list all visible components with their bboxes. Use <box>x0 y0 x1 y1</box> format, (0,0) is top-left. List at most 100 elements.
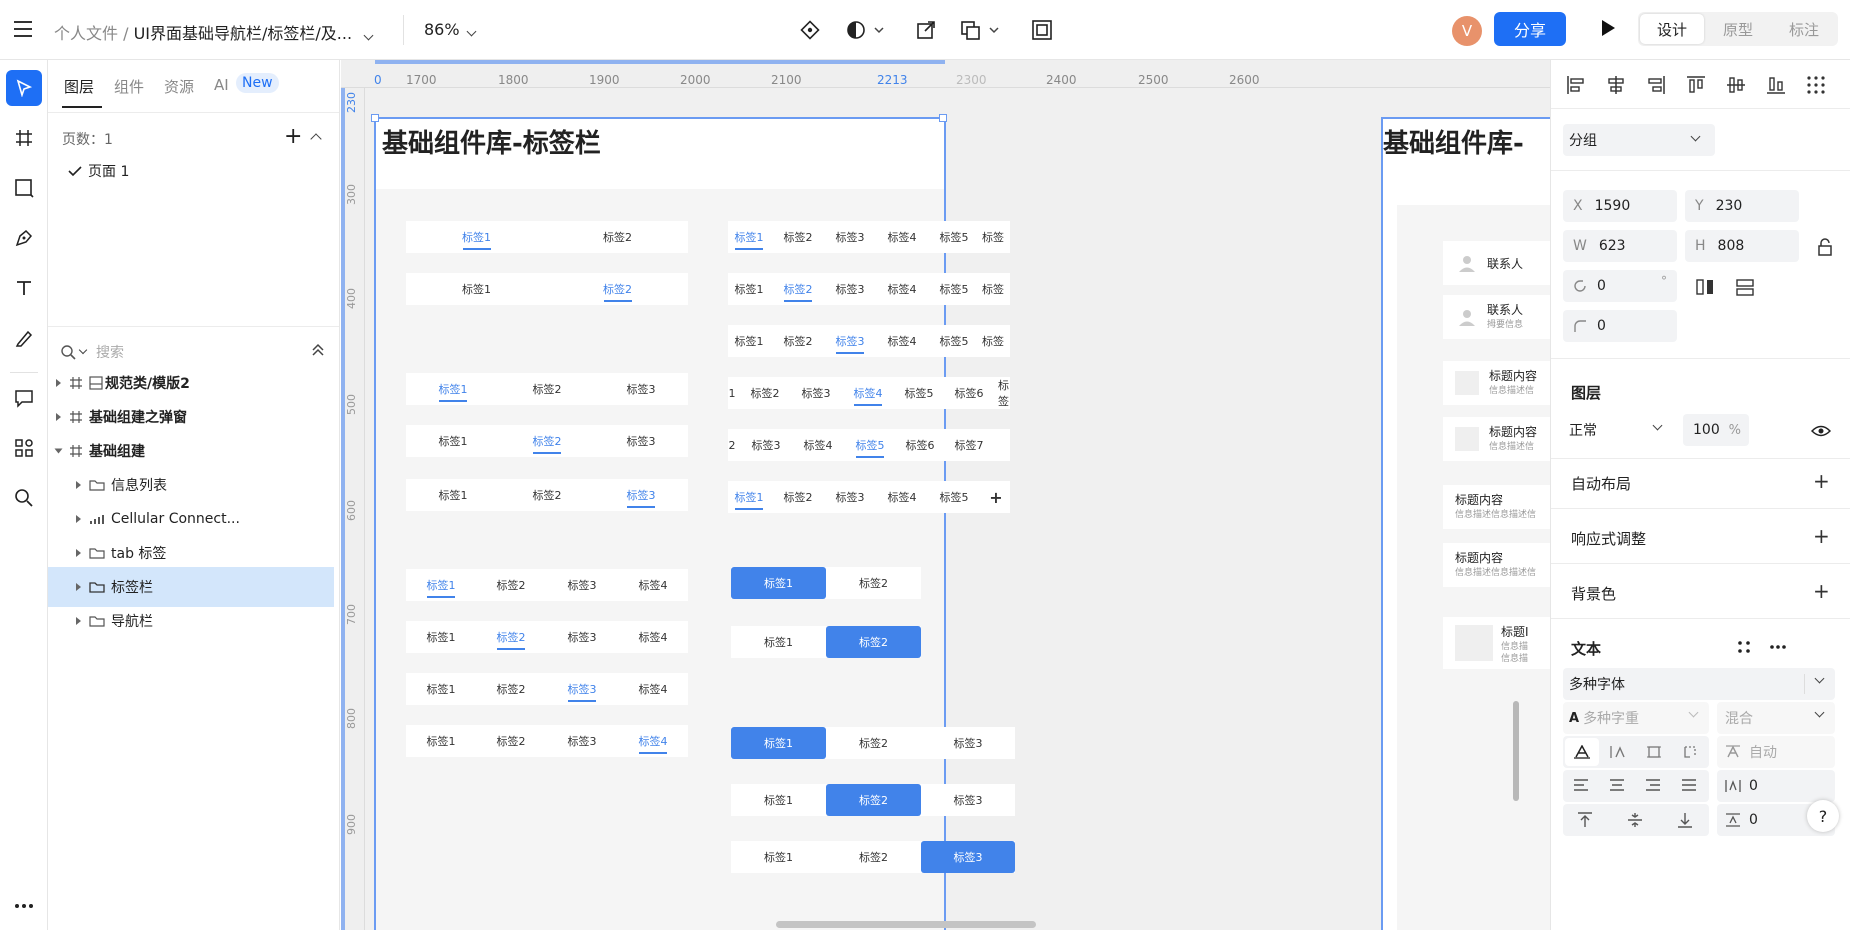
list-item[interactable]: 联系人 <box>1443 241 1550 285</box>
h-field[interactable]: H 808 <box>1685 230 1799 262</box>
align-top-icon[interactable] <box>1685 74 1707 96</box>
collapse-icon[interactable] <box>54 448 63 454</box>
canvas[interactable]: 0 1700 1800 1900 2000 2100 2213 2300 240… <box>341 60 1550 930</box>
resize-handle[interactable] <box>371 114 379 122</box>
distribute-icon[interactable] <box>1805 74 1827 96</box>
tab-item-clipped[interactable]: 1 <box>728 377 736 409</box>
layer-search[interactable]: 搜索 <box>60 338 330 366</box>
add-background-icon[interactable]: + <box>1813 579 1830 603</box>
tab-item-active[interactable]: 标签1 <box>406 221 547 253</box>
resize-handle[interactable] <box>939 114 947 122</box>
more-options-icon[interactable] <box>1769 644 1787 650</box>
tab-item-clipped[interactable]: 标签 <box>982 221 1010 253</box>
frame-secondary[interactable]: 基础组件库- 联系人 联系人 拇要信息 标题内容 信息描述信 标题内容 信息描述… <box>1381 117 1550 930</box>
tab-item-clipped[interactable]: 2 <box>728 429 736 461</box>
text-styles-icon[interactable] <box>1737 640 1751 654</box>
radius-field[interactable]: 0 <box>1563 310 1677 342</box>
tab-annotation[interactable]: 标注 <box>1772 14 1836 44</box>
x-field[interactable]: X 1590 <box>1563 190 1677 222</box>
y-field[interactable]: Y 230 <box>1685 190 1799 222</box>
tab-item[interactable]: 标签2 <box>476 725 546 757</box>
list-item[interactable]: 标题内容 信息描述信 <box>1443 361 1550 405</box>
tab-item[interactable]: 标签4 <box>876 325 928 357</box>
add-tab-icon[interactable]: + <box>982 481 1010 513</box>
tab-item[interactable]: 标签1 <box>406 621 476 653</box>
tab-item-active[interactable]: 标签5 <box>844 429 896 461</box>
auto-height-icon[interactable] <box>1601 738 1635 766</box>
frame-tab-bar-library[interactable]: 基础组件库-标签栏 标签1 标签2 标签1 标签2 标签1 标签2 标签3 标签… <box>371 114 1036 930</box>
tab-item[interactable]: 标签2 <box>740 377 790 409</box>
expand-icon[interactable] <box>56 379 61 387</box>
text-justify-icon[interactable] <box>1681 778 1697 792</box>
tab-item-active[interactable]: 标签3 <box>594 479 688 511</box>
tab-assets[interactable]: 资源 <box>164 76 194 97</box>
truncate-icon[interactable] <box>1673 738 1707 766</box>
align-bottom-icon[interactable] <box>1765 74 1787 96</box>
share-button[interactable]: 分享 <box>1494 12 1566 46</box>
plugins-icon[interactable] <box>6 430 42 466</box>
menu-icon[interactable] <box>14 20 34 38</box>
tab-item[interactable]: 标签1 <box>728 325 770 357</box>
tab-item[interactable]: 标签1 <box>406 273 547 305</box>
segment[interactable]: 标签2 <box>826 727 921 759</box>
expand-icon[interactable] <box>76 617 81 625</box>
blend-mode-select[interactable]: 正常 <box>1563 414 1675 446</box>
tab-item[interactable]: 标签2 <box>500 373 594 405</box>
frame-icon[interactable] <box>1030 18 1054 42</box>
tab-item[interactable]: 标签2 <box>772 325 824 357</box>
tab-item-active[interactable]: 标签4 <box>842 377 894 409</box>
tab-item-clipped[interactable]: 标签 <box>982 273 1010 305</box>
breadcrumb-root[interactable]: 个人文件 <box>54 24 118 43</box>
font-size-select[interactable]: 混合 <box>1717 702 1835 734</box>
expand-icon[interactable] <box>76 515 81 523</box>
zoom-select[interactable]: 86% <box>424 20 477 39</box>
move-tool-icon[interactable] <box>6 70 42 106</box>
tab-item[interactable]: 标签3 <box>740 429 792 461</box>
tab-item[interactable]: 标签1 <box>406 479 500 511</box>
comment-tool-icon[interactable] <box>6 380 42 416</box>
collapse-all-icon[interactable] <box>312 343 324 361</box>
more-icon[interactable] <box>6 888 42 924</box>
frame-tool-icon[interactable] <box>6 120 42 156</box>
avatar[interactable]: V <box>1452 16 1482 46</box>
tab-item-active[interactable]: 标签2 <box>772 273 824 305</box>
segment[interactable]: 标签2 <box>826 841 921 873</box>
pencil-tool-icon[interactable] <box>6 320 42 356</box>
eye-icon[interactable] <box>1811 424 1831 438</box>
tab-item[interactable]: 标签2 <box>547 221 688 253</box>
list-item[interactable]: 标题内容 信息描述信 <box>1443 417 1550 461</box>
tab-item-clipped[interactable]: 标签 <box>998 377 1010 409</box>
boolean-icon[interactable] <box>960 18 1004 42</box>
play-icon[interactable] <box>1600 19 1616 41</box>
expand-icon[interactable] <box>56 413 61 421</box>
tab-item[interactable]: 标签4 <box>876 481 928 513</box>
flip-horizontal-icon[interactable] <box>1695 278 1715 296</box>
tab-item[interactable]: 标签2 <box>772 221 824 253</box>
align-text-top-icon[interactable] <box>1577 812 1593 828</box>
layer-row[interactable]: 导航栏 <box>48 601 334 641</box>
tab-item-active[interactable]: 标签2 <box>476 621 546 653</box>
flip-vertical-icon[interactable] <box>1735 278 1755 296</box>
tab-item[interactable]: 标签5 <box>894 377 944 409</box>
component-icon[interactable] <box>798 18 822 42</box>
tab-item[interactable]: 标签2 <box>772 481 824 513</box>
opacity-field[interactable]: 100 % <box>1683 414 1749 446</box>
align-text-middle-icon[interactable] <box>1627 812 1643 828</box>
align-center-v-icon[interactable] <box>1725 74 1747 96</box>
list-item[interactable]: 标题内容 信息描述信息描述信 <box>1443 485 1550 529</box>
list-item[interactable]: 标题内容 信息描述信息描述信 <box>1443 543 1550 587</box>
tab-item[interactable]: 标签3 <box>824 481 876 513</box>
segment-active[interactable]: 标签1 <box>731 567 826 599</box>
tab-item-active[interactable]: 标签1 <box>406 569 476 601</box>
tab-item-clipped[interactable]: 标签 <box>982 325 1010 357</box>
tab-item-active[interactable]: 标签1 <box>728 481 770 513</box>
tab-item-active[interactable]: 标签4 <box>618 725 688 757</box>
align-text-bottom-icon[interactable] <box>1677 812 1693 828</box>
tab-prototype[interactable]: 原型 <box>1706 14 1770 44</box>
segment[interactable]: 标签1 <box>731 841 826 873</box>
tab-item[interactable]: 标签3 <box>546 569 618 601</box>
tab-item-active[interactable]: 标签2 <box>547 273 688 305</box>
tab-item[interactable]: 标签1 <box>406 673 476 705</box>
align-left-icon[interactable] <box>1565 74 1587 96</box>
letter-spacing-field[interactable]: 0 <box>1717 770 1835 802</box>
